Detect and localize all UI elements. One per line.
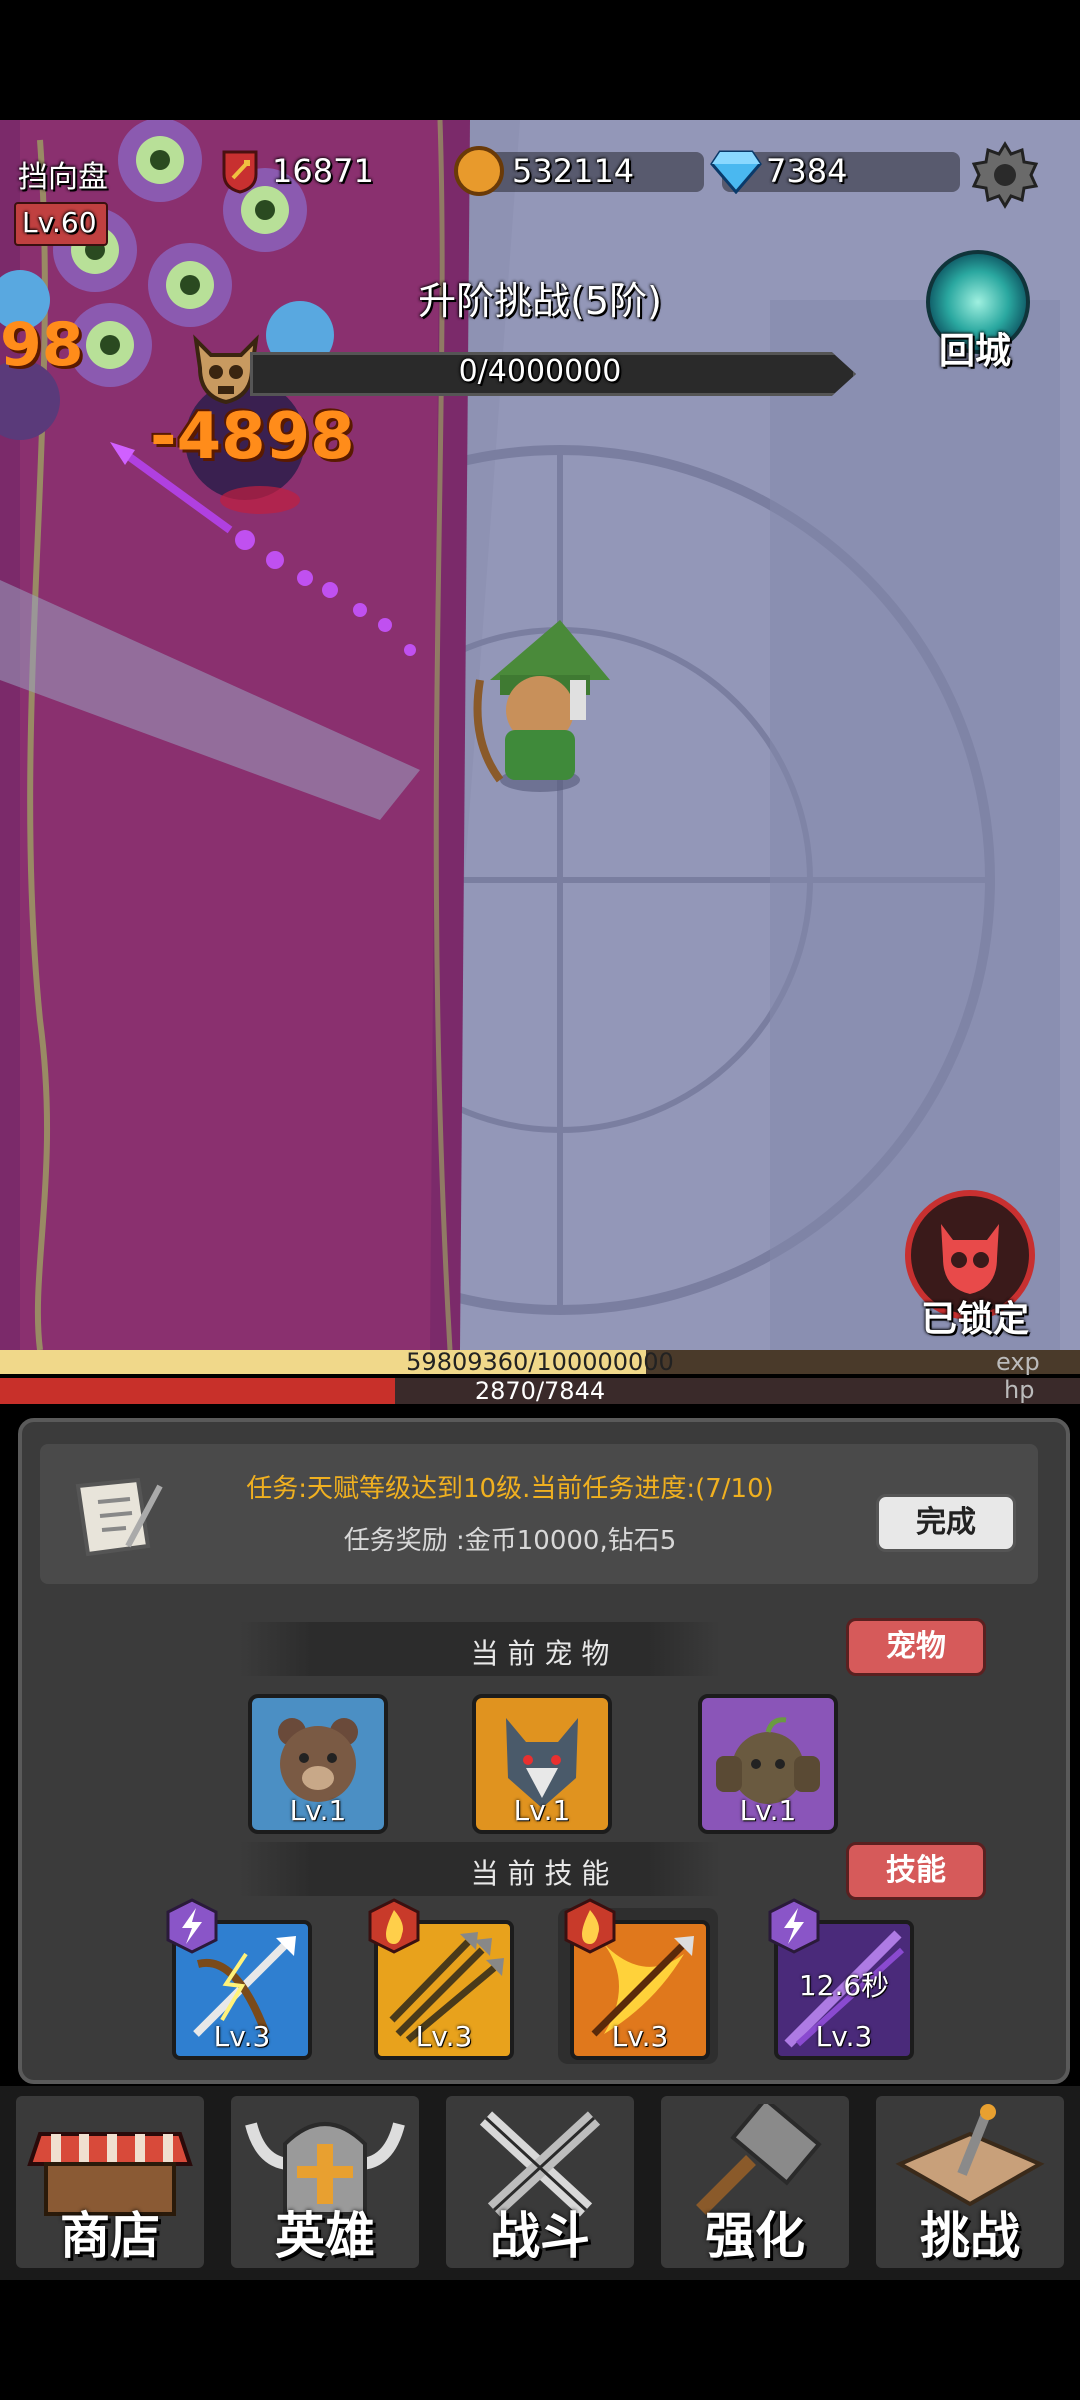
top-strip <box>0 0 1080 120</box>
nav-battle-label: 战斗 <box>490 2207 590 2265</box>
pets-button-label: 宠物 <box>886 1629 946 1664</box>
skills-button-label: 技能 <box>886 1853 946 1888</box>
pets-button[interactable]: 宠物 <box>846 1618 986 1676</box>
nav-challenge-label: 挑战 <box>920 2207 1020 2265</box>
lock-target-button[interactable]: 已锁定 <box>900 1190 1050 1340</box>
skills-button[interactable]: 技能 <box>846 1842 986 1900</box>
nav-hero-label: 英雄 <box>275 2207 375 2265</box>
power-icon <box>220 148 260 194</box>
hp-label: hp <box>1004 1376 1035 1404</box>
boss-progress-text: 0/4000000 <box>458 354 622 389</box>
skill-level: Lv.3 <box>815 2020 873 2053</box>
fire-badge-icon <box>564 1898 616 1954</box>
wheel-label[interactable]: 挡向盘 <box>18 152 108 196</box>
task-reward: 任务奖励 :金币10000,钻石5 <box>343 1526 677 1556</box>
nav-shop-button[interactable]: 商店 <box>16 2096 204 2268</box>
nav-challenge-button[interactable]: 挑战 <box>876 2096 1064 2268</box>
nav-battle-button[interactable]: 战斗 <box>446 2096 634 2268</box>
lightning-badge-icon <box>768 1898 820 1954</box>
settings-gear-icon[interactable] <box>970 140 1040 210</box>
nav-upgrade-button[interactable]: 强化 <box>661 2096 849 2268</box>
pets-header: 当 前 宠 物 <box>470 1637 610 1670</box>
pet-slot-2[interactable]: Lv.1 <box>472 1694 612 1834</box>
return-city-button[interactable]: 回城 <box>920 250 1030 380</box>
skills-header: 当 前 技 能 <box>470 1857 610 1890</box>
nav-shop-label: 商店 <box>60 2207 160 2265</box>
return-city-label: 回城 <box>938 331 1011 372</box>
pet-level: Lv.1 <box>289 1794 347 1827</box>
exp-label: exp <box>996 1348 1040 1376</box>
scroll-quill-icon <box>68 1466 168 1566</box>
damage-number: -4898 <box>150 400 355 474</box>
pet-level: Lv.1 <box>513 1794 571 1827</box>
power-value: 16871 <box>272 152 374 190</box>
gold-coin-icon <box>454 146 504 196</box>
pet-level: Lv.1 <box>739 1794 797 1827</box>
skill-level: Lv.3 <box>213 2020 271 2053</box>
pet-slot-3[interactable]: Lv.1 <box>698 1694 838 1834</box>
exp-text: 59809360/100000000 <box>406 1348 674 1376</box>
damage-number-side: 98 <box>0 310 84 380</box>
pet-slot-1[interactable]: Lv.1 <box>248 1694 388 1834</box>
lightning-badge-icon <box>166 1898 218 1954</box>
gold-value: 532114 <box>512 152 635 190</box>
nav-hero-button[interactable]: 英雄 <box>231 2096 419 2268</box>
game-viewport[interactable]: 0/4000000 升阶挑战(5阶) -4898 98 回城 已锁定 <box>0 120 1080 1350</box>
skill-level: Lv.3 <box>611 2020 669 2053</box>
diamond-icon <box>710 148 762 195</box>
skill-level: Lv.3 <box>415 2020 473 2053</box>
diamond-value: 7384 <box>766 152 848 190</box>
skill-cooldown: 12.6秒 <box>798 1969 890 2002</box>
complete-task-label: 完成 <box>916 1505 976 1540</box>
challenge-title: 升阶挑战(5阶) <box>418 279 662 323</box>
nav-upgrade-label: 强化 <box>705 2207 805 2265</box>
fire-badge-icon <box>368 1898 420 1954</box>
locked-label: 已锁定 <box>920 1299 1029 1340</box>
complete-task-button[interactable]: 完成 <box>876 1494 1016 1552</box>
player-level: Lv.60 <box>22 206 97 239</box>
hp-text: 2870/7844 <box>474 1377 606 1405</box>
task-title: 任务:天赋等级达到10级.当前任务进度:(7/10) <box>246 1474 774 1504</box>
